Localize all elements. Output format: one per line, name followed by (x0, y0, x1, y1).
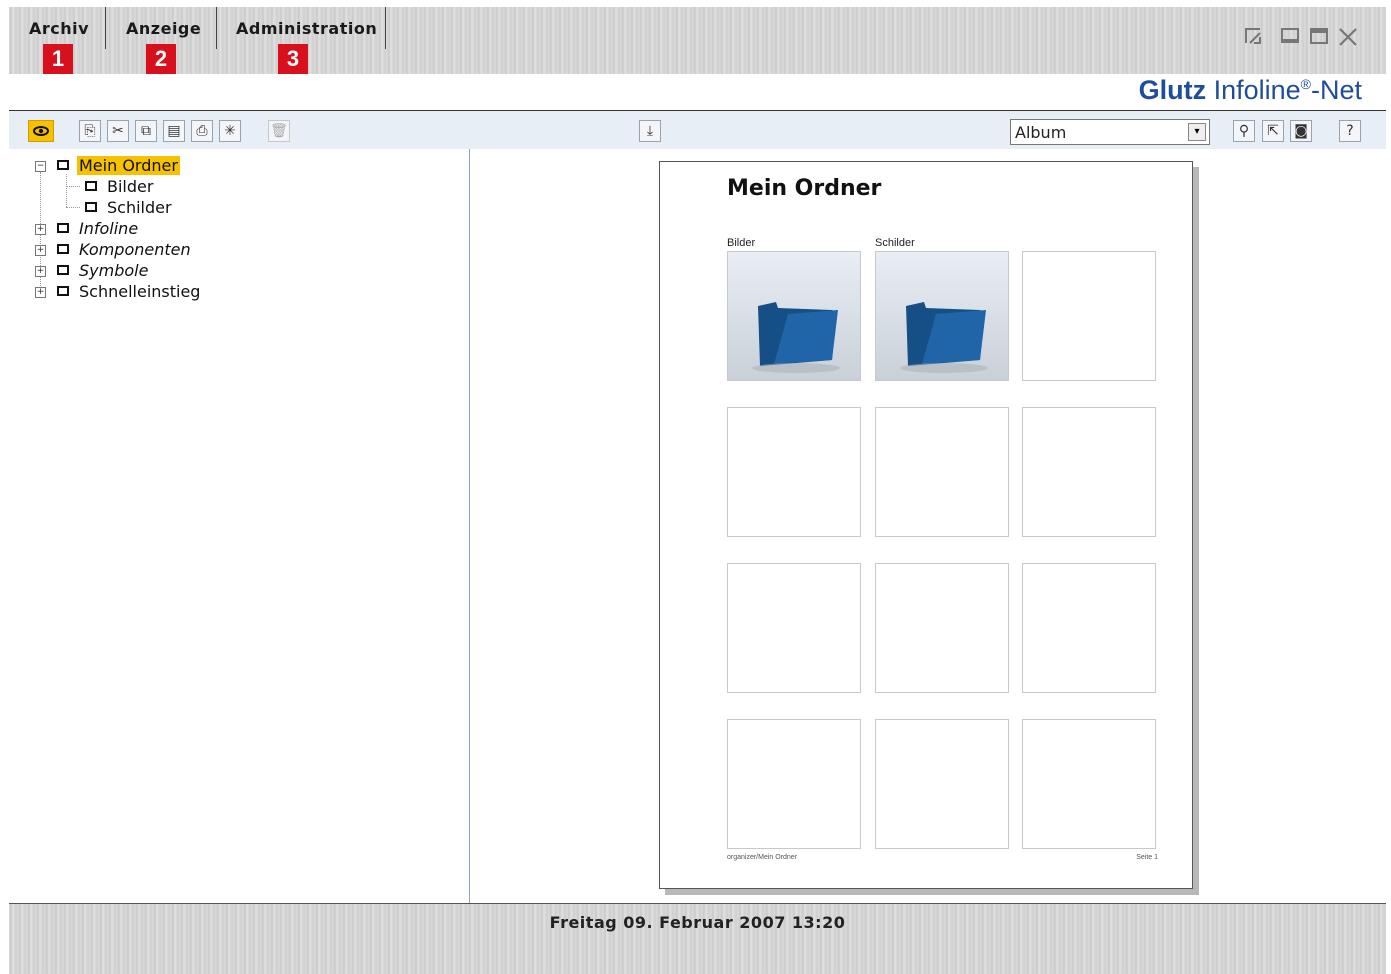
album-cell-empty (1022, 563, 1156, 693)
tab-number-badge: 1 (43, 44, 73, 74)
tree-connector (66, 207, 80, 208)
album-cell-empty (875, 719, 1009, 849)
album-title: Mein Ordner (727, 176, 882, 201)
album-cell-empty (1022, 407, 1156, 537)
view-select-value: Album (1015, 123, 1067, 142)
print-icon[interactable]: ⎙ (191, 120, 213, 142)
album-preview: Mein Ordner Bilder Schilder organizer/Me… (470, 149, 1386, 903)
paste-icon[interactable]: ▤ (163, 120, 185, 142)
album-cell-bilder[interactable] (727, 251, 861, 381)
folder-icon (57, 222, 69, 233)
expand-icon[interactable]: + (35, 224, 46, 235)
minimize-icon[interactable] (1279, 26, 1301, 48)
tab-separator (385, 7, 386, 49)
tree-item-symbole[interactable]: Symbole (57, 261, 150, 281)
album-cell-empty (1022, 719, 1156, 849)
brand-bar: Glutz Infoline®-Net (9, 74, 1386, 111)
album-cell-empty (875, 407, 1009, 537)
album-cell-empty (727, 407, 861, 537)
album-cell-empty (1022, 251, 1156, 381)
cell-label: Bilder (727, 237, 756, 249)
chevron-down-icon[interactable]: ▾ (1188, 123, 1206, 141)
folder-icon (85, 201, 97, 212)
album-cell-empty (727, 719, 861, 849)
download-icon[interactable]: ⤓ (639, 120, 661, 142)
tree-connector (66, 174, 67, 207)
expand-icon[interactable]: + (35, 245, 46, 256)
folder-thumbnail (876, 252, 1008, 380)
toolbar: ⎘ ✂ ⧉ ▤ ⎙ ✳ 🗑 ⤓ Album ▾ ⚲ ⇱ ◙ ? (9, 111, 1386, 149)
duplicate-icon[interactable]: ⧉ (135, 120, 157, 142)
maximize-icon[interactable] (1308, 26, 1330, 48)
tree-item-schilder[interactable]: Schilder (85, 198, 174, 218)
restore-icon[interactable] (1242, 26, 1264, 48)
tab-anzeige[interactable]: Anzeige (126, 19, 201, 41)
tree-item-komponenten[interactable]: Komponenten (57, 240, 193, 260)
album-cell-schilder[interactable] (875, 251, 1009, 381)
cut-icon[interactable]: ✂ (107, 120, 129, 142)
tab-administration[interactable]: Administration (236, 19, 377, 41)
help-icon[interactable]: ? (1339, 120, 1361, 142)
status-datetime: Freitag 09. Februar 2007 13:20 (549, 913, 846, 932)
status-bar: Freitag 09. Februar 2007 13:20 (9, 903, 1386, 974)
tree-item-mein-ordner[interactable]: Mein Ordner (57, 156, 180, 176)
tab-separator (105, 7, 106, 49)
brand-logo: Glutz Infoline®-Net (1138, 75, 1362, 105)
folder-icon (57, 264, 69, 275)
tab-archiv[interactable]: Archiv (29, 19, 89, 41)
eye-icon[interactable] (28, 120, 54, 142)
view-select[interactable]: Album ▾ (1010, 119, 1210, 145)
tab-number-badge: 2 (146, 44, 176, 74)
expand-icon[interactable]: + (35, 287, 46, 298)
status-divider (9, 903, 1386, 904)
folder-thumbnail (728, 252, 860, 380)
tab-number-badge: 3 (278, 44, 308, 74)
tree-connector (66, 186, 80, 187)
new-icon[interactable]: ✳ (219, 120, 241, 142)
tree-item-bilder[interactable]: Bilder (85, 177, 155, 197)
delete-icon[interactable]: 🗑 (268, 120, 290, 142)
album-page: Mein Ordner Bilder Schilder organizer/Me… (659, 161, 1193, 889)
page-footer-number: Seite 1 (1136, 854, 1158, 861)
folder-icon (57, 285, 69, 296)
folder-icon (57, 159, 69, 170)
album-cell-empty (727, 563, 861, 693)
select-icon[interactable]: ⇱ (1262, 120, 1284, 142)
folder-tree: − Mein Ordner Bilder Schilder + Infoline… (9, 149, 470, 903)
album-cell-empty (875, 563, 1009, 693)
folder-icon (85, 180, 97, 191)
menu-bar: Archiv 1 Anzeige 2 Administration 3 (9, 7, 1386, 74)
tree-item-infoline[interactable]: Infoline (57, 219, 140, 239)
copy-icon[interactable]: ⎘ (79, 120, 101, 142)
app-window: Archiv 1 Anzeige 2 Administration 3 Glut… (9, 7, 1386, 974)
preview-icon[interactable]: ◙ (1290, 120, 1312, 142)
expand-icon[interactable]: + (35, 266, 46, 277)
cell-label: Schilder (875, 237, 915, 249)
folder-icon (57, 243, 69, 254)
collapse-icon[interactable]: − (35, 161, 46, 172)
close-icon[interactable] (1337, 26, 1359, 48)
search-icon[interactable]: ⚲ (1233, 120, 1255, 142)
page-footer-path: organizer/Mein Ordner (727, 854, 798, 861)
tab-separator (216, 7, 217, 49)
tree-item-schnelleinstieg[interactable]: Schnelleinstieg (57, 282, 202, 302)
